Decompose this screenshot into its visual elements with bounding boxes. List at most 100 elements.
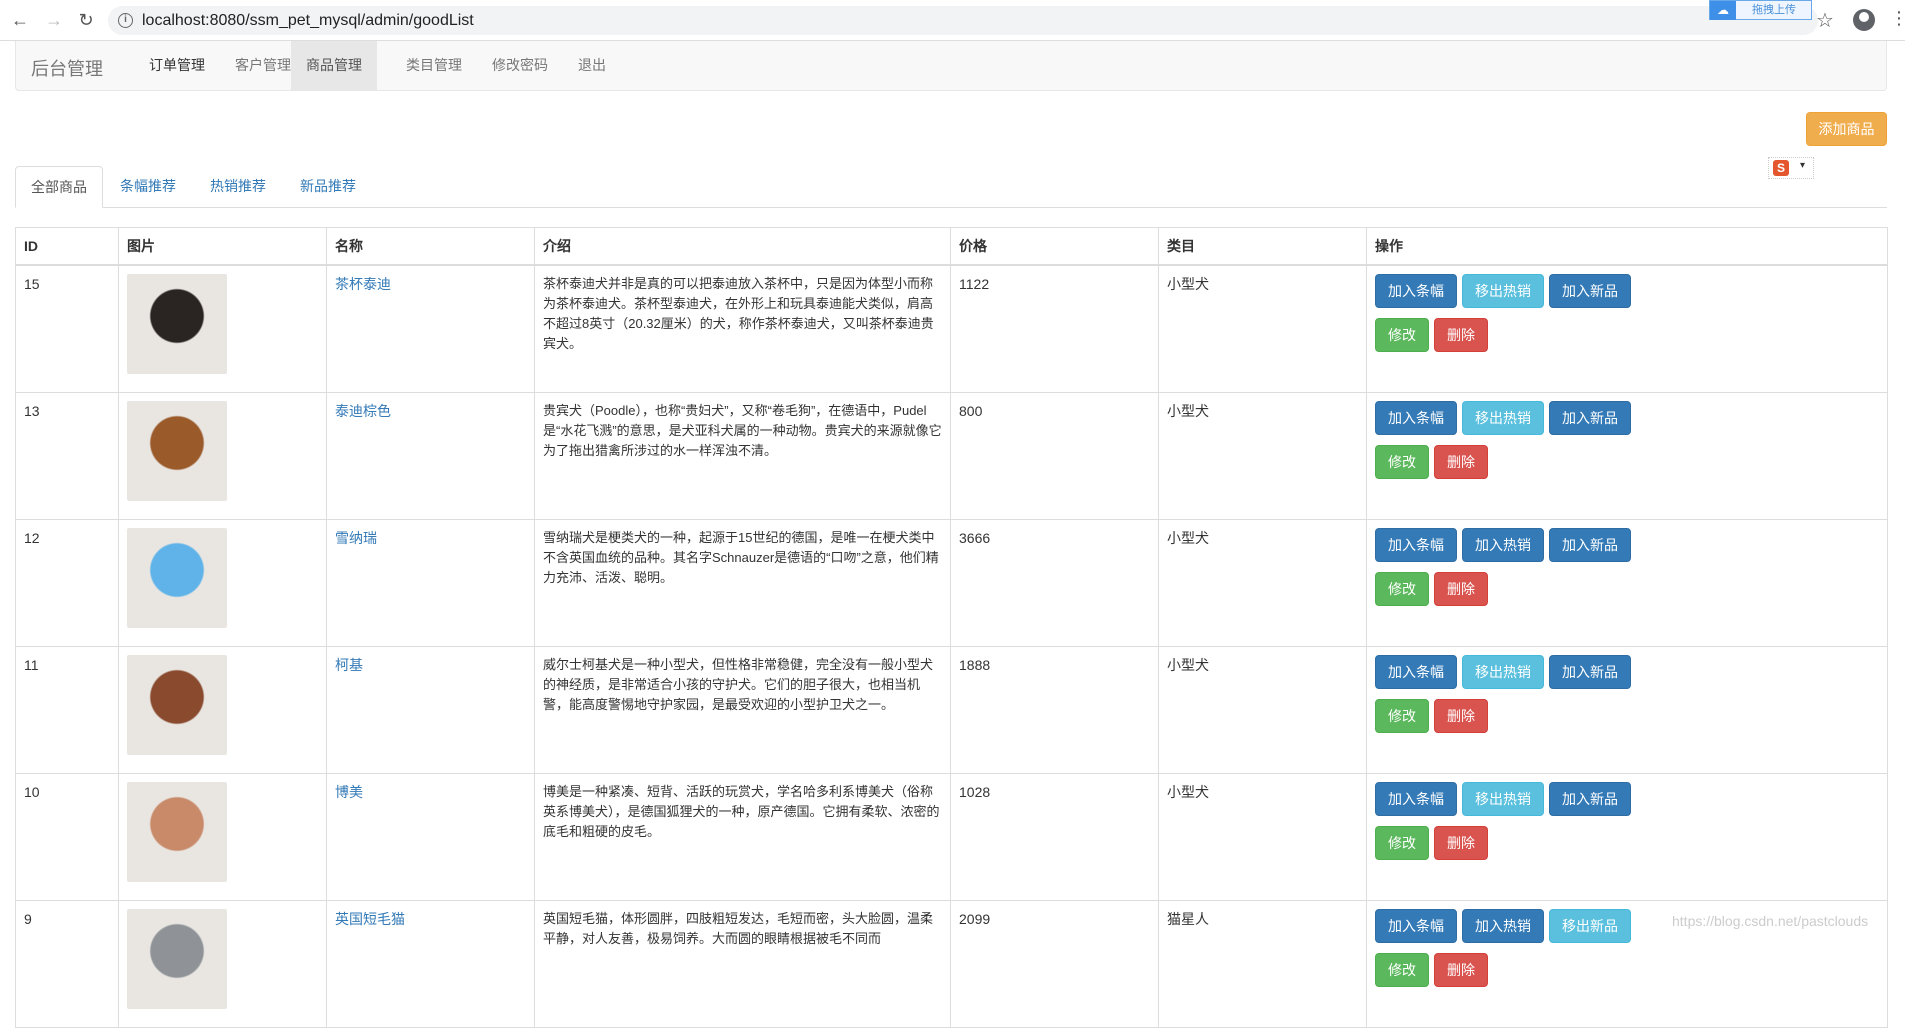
edit-button[interactable]: 修改	[1375, 698, 1429, 733]
cell-id: 12	[15, 518, 119, 647]
hot-toggle-button[interactable]: 移出热销	[1462, 654, 1544, 689]
browser-toolbar: ← → ↻ i localhost:8080/ssm_pet_mysql/adm…	[0, 0, 1905, 41]
cell-image	[118, 518, 327, 647]
new-toggle-button[interactable]: 加入新品	[1549, 654, 1631, 689]
cell-intro: 贵宾犬（Poodle），也称“贵妇犬”，又称“卷毛狗”，在德语中，Pudel是“…	[534, 391, 951, 520]
nav-categories[interactable]: 类目管理	[391, 41, 477, 90]
cell-price: 1122	[950, 264, 1159, 393]
nav-orders[interactable]: 订单管理	[134, 41, 220, 90]
pet-photo	[127, 908, 227, 1009]
goods-tabs: 全部商品 条幅推荐 热销推荐 新品推荐	[15, 166, 1887, 208]
hot-toggle-button[interactable]: 移出热销	[1462, 274, 1544, 308]
url-text[interactable]: localhost:8080/ssm_pet_mysql/admin/goodL…	[142, 12, 474, 30]
edit-button[interactable]: 修改	[1375, 318, 1429, 352]
goods-name-link[interactable]: 博美	[335, 784, 363, 800]
edit-button[interactable]: 修改	[1375, 952, 1429, 987]
banner-toggle-button[interactable]: 加入条幅	[1375, 274, 1457, 308]
table-header-row: ID 图片 名称 介绍 价格 类目 操作	[15, 227, 1888, 266]
goods-name-link[interactable]: 柯基	[335, 657, 363, 673]
cell-actions: 加入条幅 移出热销 加入新品 修改 删除	[1366, 264, 1888, 393]
goods-intro: 雪纳瑞犬是梗类犬的一种，起源于15世纪的德国，是唯一在梗犬类中不含英国血统的品种…	[543, 529, 939, 585]
cell-name: 英国短毛猫	[326, 899, 535, 1028]
cell-id: 11	[15, 645, 119, 774]
cell-image	[118, 772, 327, 901]
account-icon[interactable]	[1853, 9, 1875, 31]
edit-button[interactable]: 修改	[1375, 825, 1429, 860]
cell-category: 小型犬	[1158, 772, 1367, 901]
delete-button[interactable]: 删除	[1434, 444, 1488, 479]
cell-intro: 茶杯泰迪犬并非是真的可以把泰迪放入茶杯中，只是因为体型小而称为茶杯泰迪犬。茶杯型…	[534, 264, 951, 393]
add-goods-button[interactable]: 添加商品	[1806, 112, 1887, 146]
cell-id: 13	[15, 391, 119, 520]
tab-new[interactable]: 新品推荐	[285, 166, 371, 208]
edit-button[interactable]: 修改	[1375, 444, 1429, 479]
address-bar[interactable]: i localhost:8080/ssm_pet_mysql/admin/goo…	[108, 6, 1818, 35]
header-image: 图片	[118, 227, 327, 266]
banner-toggle-button[interactable]: 加入条幅	[1375, 400, 1457, 435]
cell-name: 茶杯泰迪	[326, 264, 535, 393]
forward-arrow-icon[interactable]: →	[42, 8, 66, 32]
header-intro: 介绍	[534, 227, 951, 266]
tab-all-goods[interactable]: 全部商品	[15, 166, 103, 208]
hot-toggle-button[interactable]: 加入热销	[1462, 527, 1544, 562]
cell-intro: 威尔士柯基犬是一种小型犬，但性格非常稳健，完全没有一般小型犬的神经质，是非常适合…	[534, 645, 951, 774]
pet-photo	[127, 654, 227, 755]
goods-name-link[interactable]: 雪纳瑞	[335, 530, 377, 546]
delete-button[interactable]: 删除	[1434, 571, 1488, 606]
hot-toggle-button[interactable]: 加入热销	[1462, 908, 1544, 943]
nav-change-password[interactable]: 修改密码	[477, 41, 563, 90]
goods-intro: 威尔士柯基犬是一种小型犬，但性格非常稳健，完全没有一般小型犬的神经质，是非常适合…	[543, 656, 934, 712]
cell-intro: 英国短毛猫，体形圆胖，四肢粗短发达，毛短而密，头大脸圆，温柔平静，对人友善，极易…	[534, 899, 951, 1028]
cell-name: 博美	[326, 772, 535, 901]
delete-button[interactable]: 删除	[1434, 318, 1488, 352]
cell-category: 小型犬	[1158, 391, 1367, 520]
banner-toggle-button[interactable]: 加入条幅	[1375, 908, 1457, 943]
goods-name-link[interactable]: 英国短毛猫	[335, 911, 405, 927]
cell-name: 柯基	[326, 645, 535, 774]
hot-toggle-button[interactable]: 移出热销	[1462, 400, 1544, 435]
banner-toggle-button[interactable]: 加入条幅	[1375, 654, 1457, 689]
admin-navbar: 后台管理 订单管理 客户管理 商品管理 类目管理 修改密码 退出	[15, 41, 1887, 91]
delete-button[interactable]: 删除	[1434, 825, 1488, 860]
new-toggle-button[interactable]: 移出新品	[1549, 908, 1631, 943]
cell-actions: 加入条幅 加入热销 加入新品 修改 删除	[1366, 518, 1888, 647]
goods-name-link[interactable]: 泰迪棕色	[335, 403, 391, 419]
cell-intro: 博美是一种紧凑、短背、活跃的玩赏犬，学名哈多利系博美犬（俗称英系博美犬），是德国…	[534, 772, 951, 901]
cell-category: 小型犬	[1158, 264, 1367, 393]
brand-title[interactable]: 后台管理	[31, 55, 103, 81]
table-row: 11 柯基 威尔士柯基犬是一种小型犬，但性格非常稳健，完全没有一般小型犬的神经质…	[15, 645, 1888, 774]
cell-image	[118, 391, 327, 520]
header-price: 价格	[950, 227, 1159, 266]
bookmark-star-icon[interactable]: ☆	[1816, 8, 1834, 33]
pet-photo	[127, 527, 227, 628]
cell-id: 10	[15, 772, 119, 901]
more-menu-icon[interactable]: ⋮	[1890, 8, 1905, 29]
new-toggle-button[interactable]: 加入新品	[1549, 781, 1631, 816]
header-id: ID	[15, 227, 119, 266]
hot-toggle-button[interactable]: 移出热销	[1462, 781, 1544, 816]
banner-toggle-button[interactable]: 加入条幅	[1375, 781, 1457, 816]
delete-button[interactable]: 删除	[1434, 952, 1488, 987]
edit-button[interactable]: 修改	[1375, 571, 1429, 606]
back-arrow-icon[interactable]: ←	[8, 8, 32, 32]
info-icon[interactable]: i	[118, 13, 133, 28]
banner-toggle-button[interactable]: 加入条幅	[1375, 527, 1457, 562]
pet-photo	[127, 274, 227, 374]
new-toggle-button[interactable]: 加入新品	[1549, 274, 1631, 308]
tab-banner[interactable]: 条幅推荐	[105, 166, 191, 208]
reload-icon[interactable]: ↻	[74, 8, 98, 32]
goods-name-link[interactable]: 茶杯泰迪	[335, 276, 391, 292]
new-toggle-button[interactable]: 加入新品	[1549, 527, 1631, 562]
cell-image	[118, 899, 327, 1028]
cell-actions: 加入条幅 移出热销 加入新品 修改 删除	[1366, 772, 1888, 901]
goods-intro: 贵宾犬（Poodle），也称“贵妇犬”，又称“卷毛狗”，在德语中，Pudel是“…	[543, 402, 942, 458]
drag-upload-widget[interactable]: ☁ 拖拽上传	[1709, 0, 1812, 20]
nav-goods[interactable]: 商品管理	[291, 41, 377, 90]
goods-table: ID 图片 名称 介绍 价格 类目 操作 15 茶杯泰迪 茶杯泰迪犬并非是真的可…	[15, 227, 1888, 1028]
cell-id: 9	[15, 899, 119, 1028]
tab-hot[interactable]: 热销推荐	[195, 166, 281, 208]
delete-button[interactable]: 删除	[1434, 698, 1488, 733]
header-name: 名称	[326, 227, 535, 266]
new-toggle-button[interactable]: 加入新品	[1549, 400, 1631, 435]
nav-logout[interactable]: 退出	[563, 41, 621, 90]
